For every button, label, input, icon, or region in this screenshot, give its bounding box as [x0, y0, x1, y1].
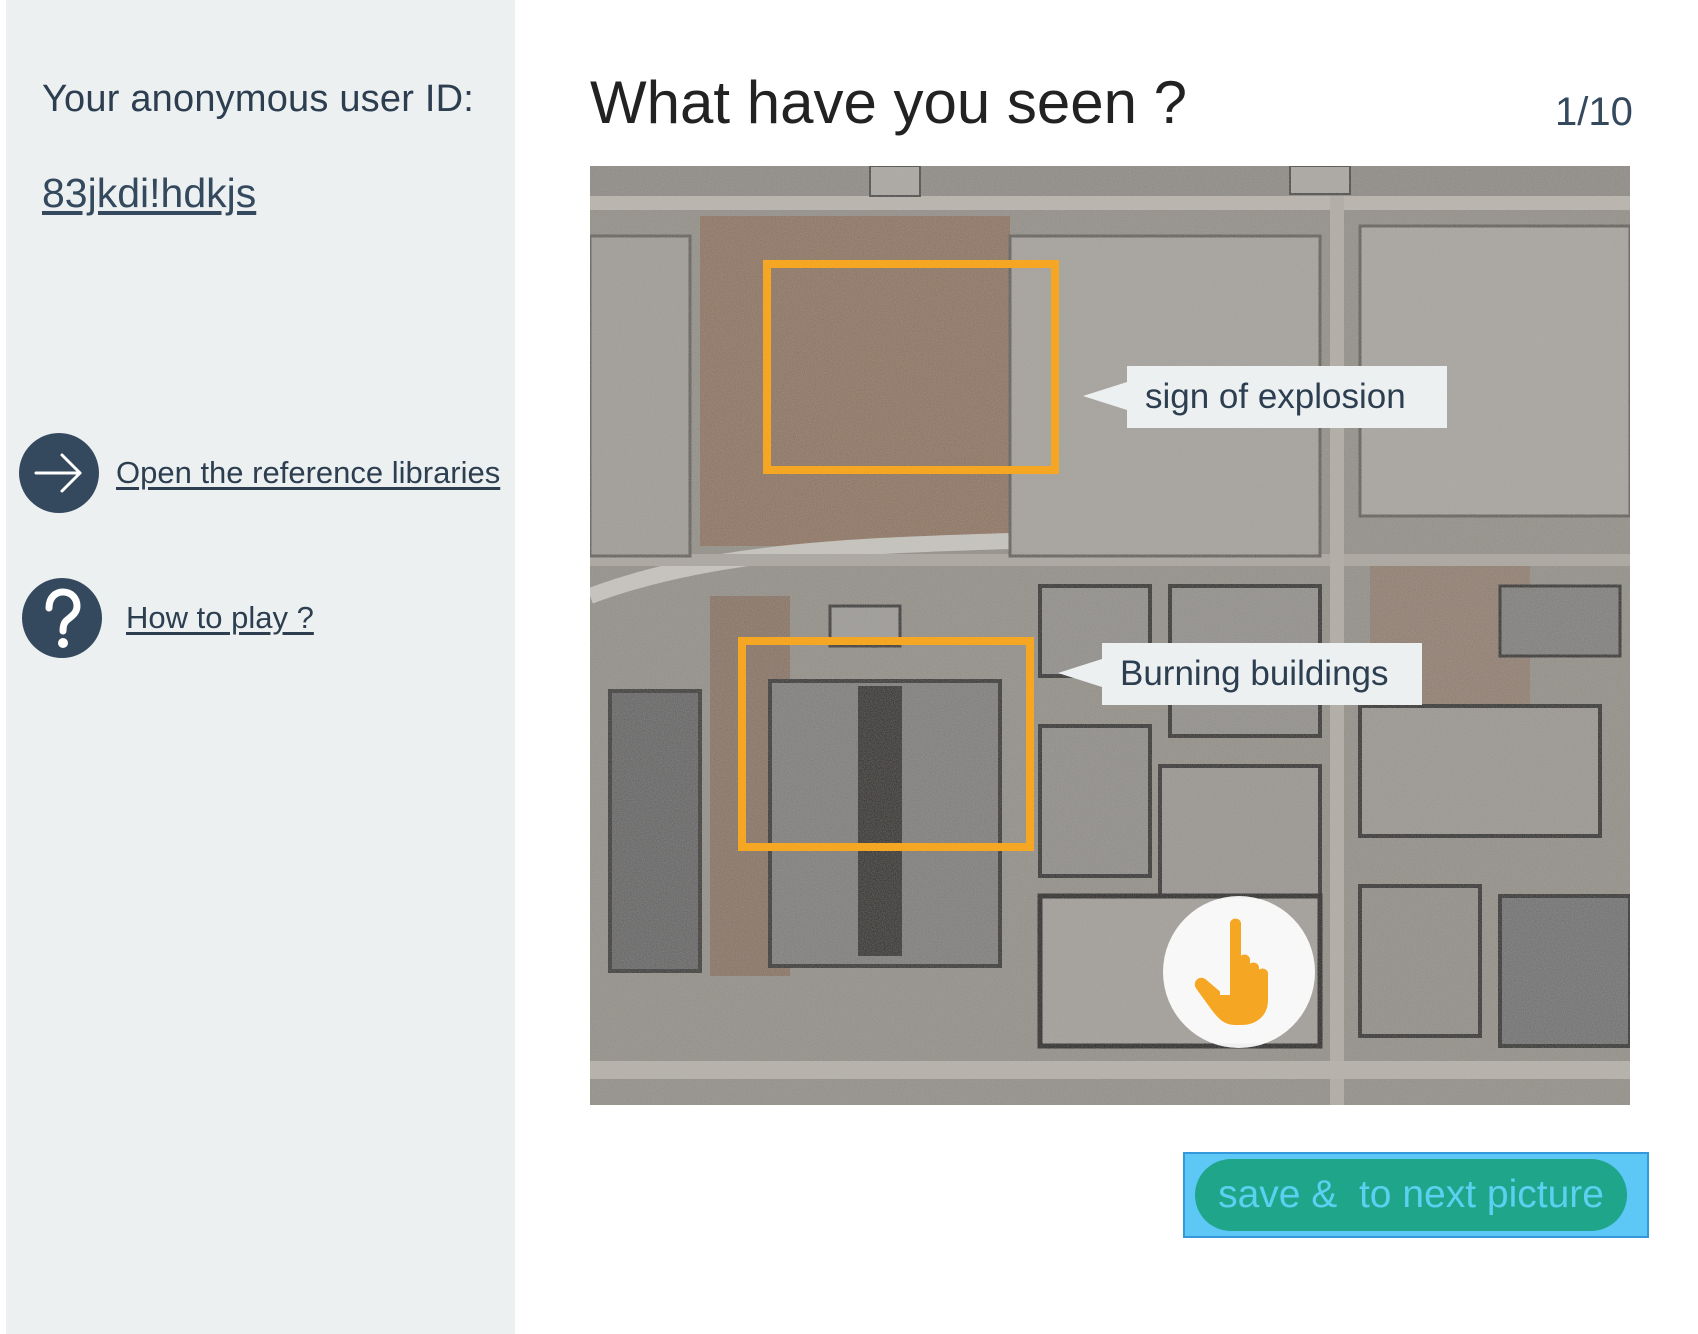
picture-counter: 1/10: [1555, 90, 1633, 134]
user-id-label: Your anonymous user ID:: [42, 78, 474, 120]
how-to-play-label: How to play ?: [126, 600, 314, 635]
question-mark-icon: [22, 578, 102, 658]
open-reference-libraries-label: Open the reference libraries: [116, 455, 501, 490]
page-title: What have you seen ?: [590, 69, 1188, 136]
satellite-image[interactable]: sign of explosion Burning buildings: [590, 166, 1630, 1105]
annotation-box-burning[interactable]: [738, 637, 1034, 851]
open-reference-libraries-link[interactable]: Open the reference libraries: [19, 433, 500, 513]
annotation-label-explosion: sign of explosion: [1083, 366, 1447, 428]
pointing-hand-icon: [1163, 896, 1315, 1048]
save-next-button[interactable]: save & to next picture: [1195, 1159, 1627, 1231]
how-to-play-link[interactable]: How to play ?: [22, 578, 314, 658]
annotation-label-burning: Burning buildings: [1058, 643, 1422, 705]
annotation-box-explosion[interactable]: [763, 260, 1059, 474]
arrow-right-icon: [19, 433, 99, 513]
sidebar: Your anonymous user ID: 83jkdi!hdkjs Ope…: [6, 0, 515, 1334]
satellite-image-graphic: [590, 166, 1630, 1105]
user-id-link[interactable]: 83jkdi!hdkjs: [42, 170, 256, 217]
